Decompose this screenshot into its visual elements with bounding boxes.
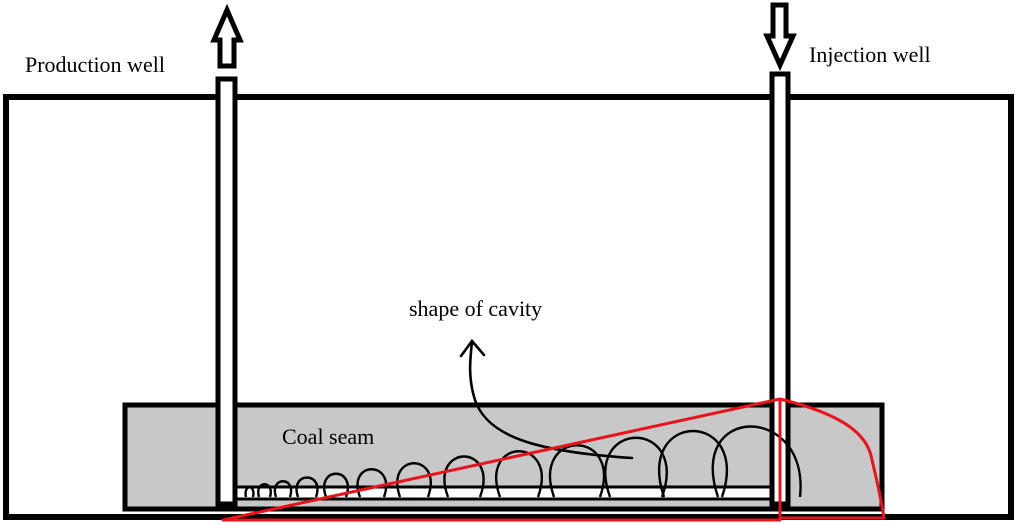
production-well-up-arrow <box>210 3 244 69</box>
production-well <box>210 3 244 507</box>
shape-of-cavity-label: shape of cavity <box>409 296 542 321</box>
injection-well-label: Injection well <box>809 42 931 67</box>
ucg-diagram: Production well Injection well shape of … <box>3 2 1014 522</box>
production-well-label: Production well <box>25 52 165 77</box>
linking-channel <box>228 485 786 501</box>
injection-well-down-arrow <box>763 2 797 72</box>
coal-seam-label: Coal seam <box>282 424 374 449</box>
